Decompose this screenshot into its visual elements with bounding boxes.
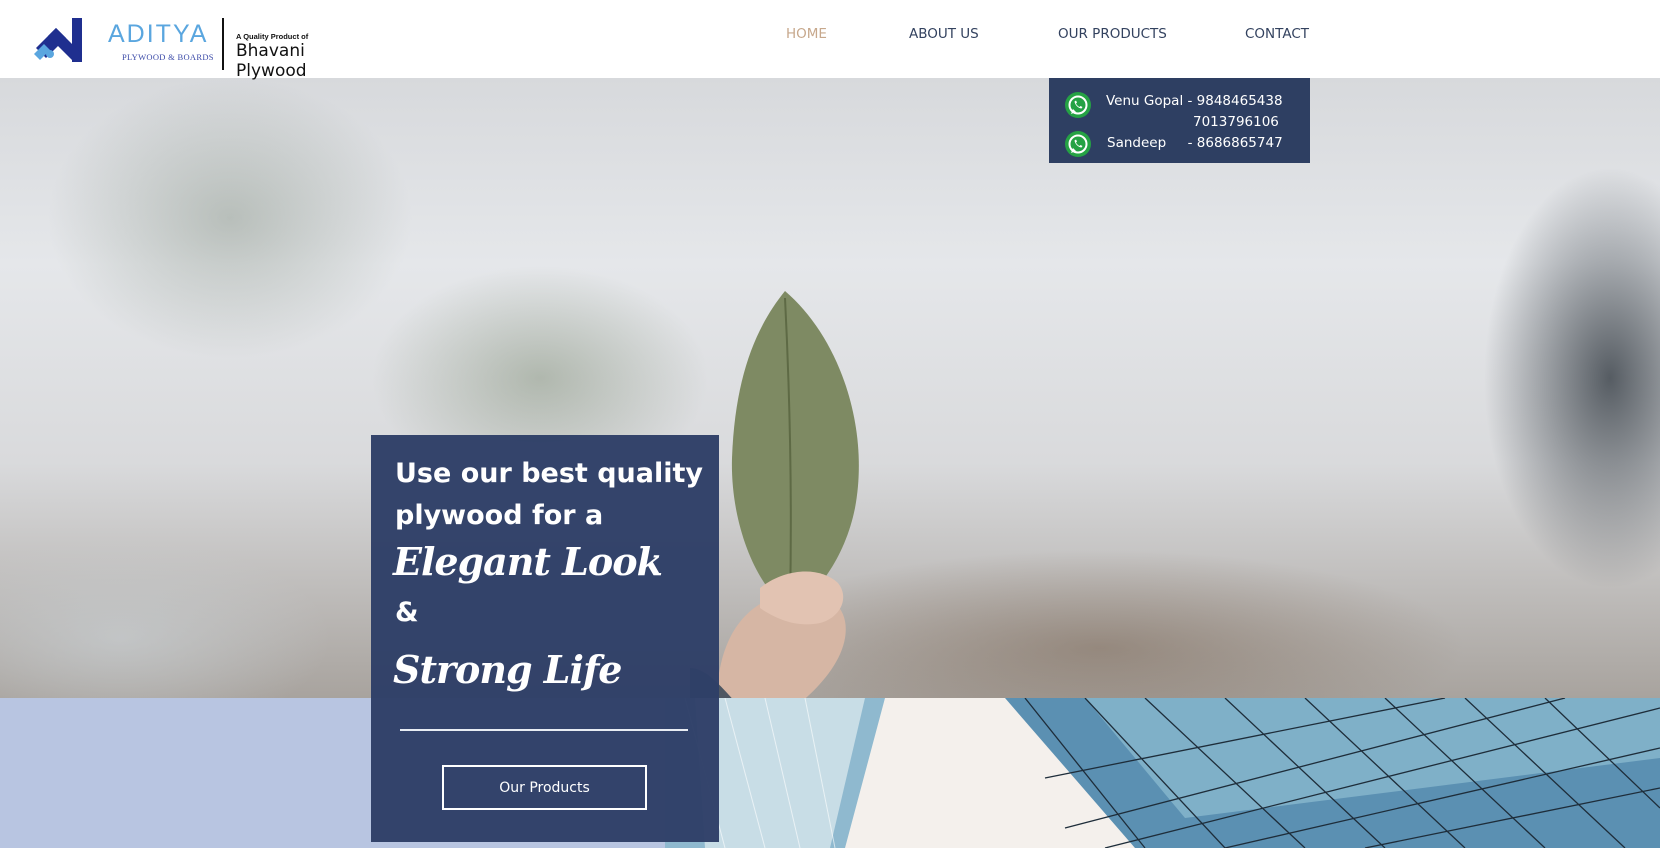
hero-promo-card: Use our best quality plywood for a Elega…: [371, 435, 719, 842]
hero-section: [0, 78, 1660, 698]
nav-item-our-products[interactable]: OUR PRODUCTS: [1058, 26, 1167, 42]
promo-ampersand: &: [395, 597, 419, 628]
our-products-button[interactable]: Our Products: [442, 765, 647, 810]
main-nav: HOME ABOUT US OUR PRODUCTS CONTACT: [0, 26, 1660, 48]
lower-band: [0, 698, 1660, 848]
band-right-panel: [665, 698, 1660, 848]
promo-heading: Use our best quality plywood for a: [395, 458, 703, 531]
contact-line-venu-gopal[interactable]: Venu Gopal - 9848465438: [1106, 93, 1283, 109]
nav-item-home[interactable]: HOME: [786, 26, 827, 42]
nav-item-about-us[interactable]: ABOUT US: [909, 26, 979, 42]
whatsapp-icon[interactable]: [1064, 130, 1092, 158]
logo-subtitle: PLYWOOD & BOARDS: [122, 52, 214, 62]
leaf-in-hand-image: [690, 291, 859, 698]
promo-highlight-elegant-look: Elegant Look: [393, 539, 663, 584]
promo-divider: [400, 729, 688, 731]
whatsapp-icon[interactable]: [1064, 91, 1092, 119]
nav-item-contact[interactable]: CONTACT: [1245, 26, 1309, 42]
whatsapp-contact-box: Venu Gopal - 9848465438 7013796106 Sande…: [1049, 78, 1310, 163]
site-header: ADITYA PLYWOOD & BOARDS A Quality Produc…: [0, 0, 1660, 81]
contact-line-alt-number[interactable]: 7013796106: [1193, 114, 1279, 130]
contact-line-sandeep[interactable]: Sandeep - 8686865747: [1107, 135, 1283, 151]
glass-building-image: [665, 698, 1660, 848]
promo-highlight-strong-life: Strong Life: [393, 647, 622, 692]
